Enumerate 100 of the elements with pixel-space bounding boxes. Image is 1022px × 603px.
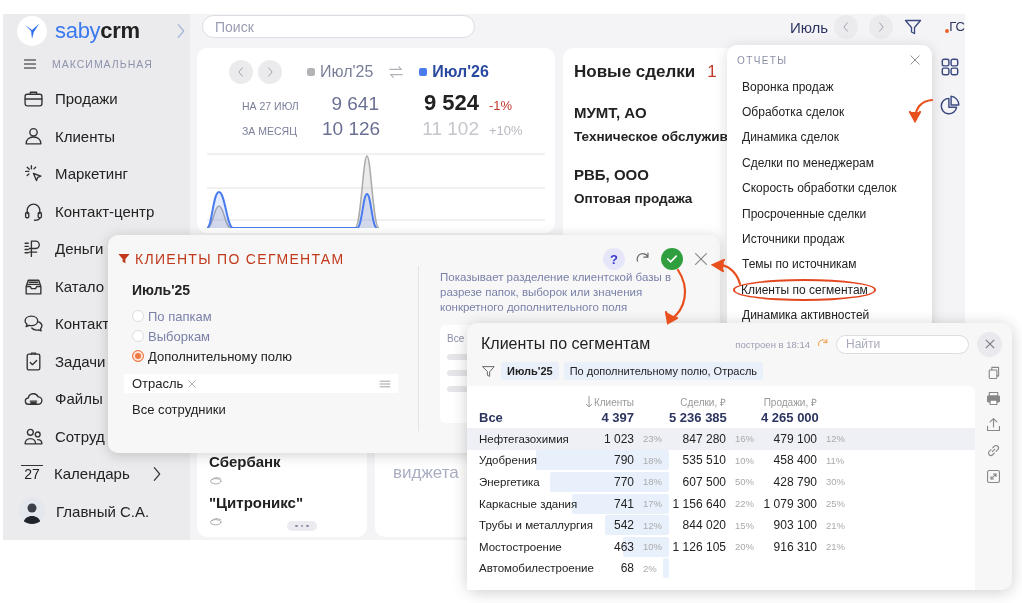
- table-cell: 535 510: [682, 453, 726, 468]
- table-row[interactable]: Удобрения 790 18% 535 510 10% 458 400 11%: [467, 449, 975, 472]
- segment-name: Удобрения: [479, 454, 537, 467]
- filter-icon[interactable]: [903, 17, 924, 37]
- sidebar-item[interactable]: Продажи: [3, 80, 190, 118]
- menu-item[interactable]: Клиенты по сегментам: [733, 279, 876, 301]
- total-value: 5 236 385: [669, 409, 727, 425]
- deal-description: Оптовая продажа: [574, 191, 693, 206]
- table-row[interactable]: Трубы и металлургия 542 12% 844 020 15% 903 100 21%: [467, 514, 975, 536]
- total-value: 4 397: [601, 409, 634, 425]
- radio-option[interactable]: По папкам: [132, 306, 212, 326]
- more-button[interactable]: [287, 521, 317, 531]
- table-cell: 847 280: [682, 431, 726, 446]
- percent-cell-text: 50%: [735, 476, 755, 488]
- table-cell: 844 020: [682, 518, 726, 533]
- table-row[interactable]: Энергетика 770 18% 607 500 50% 428 790 30%: [467, 471, 975, 493]
- table-cell: 770: [613, 475, 634, 489]
- previous-value: 10 126: [322, 118, 379, 140]
- table-cell: 903 100: [773, 518, 817, 533]
- sidebar-item[interactable]: Контакт-центр: [3, 192, 190, 230]
- metric-label: НА 27 ИЮЛ: [242, 100, 300, 112]
- period-value[interactable]: Июль'25: [132, 282, 191, 298]
- person-icon: [23, 125, 44, 147]
- segment-name: Каркасные здания: [479, 497, 578, 510]
- filter-chip[interactable]: По дополнительному полю, Отрасль: [563, 362, 764, 380]
- total-value: 4 265 000: [761, 409, 819, 425]
- help-button[interactable]: ?: [603, 248, 625, 270]
- menu-item[interactable]: Динамика сделок: [737, 126, 844, 149]
- table-row[interactable]: Каркасные здания 741 17% 1 156 640 22% 1 079 300 25%: [467, 492, 975, 515]
- field-selector[interactable]: Отрасль: [124, 374, 398, 393]
- table-cell: 741: [613, 496, 634, 511]
- metric-label: ЗА МЕСЯЦ: [242, 125, 298, 137]
- sidebar-item[interactable]: Клиенты: [3, 117, 190, 155]
- search-field[interactable]: Поиск: [202, 15, 475, 38]
- change-value: -1%: [489, 98, 514, 113]
- menu-item[interactable]: Сделки по менеджерам: [737, 152, 879, 174]
- filter-chip[interactable]: Июль'25: [501, 362, 559, 380]
- company-name[interactable]: "Цитроникс": [209, 494, 303, 511]
- segment-name: Мостостроение: [479, 540, 562, 553]
- current-value: 9 524: [422, 90, 479, 116]
- sidebar-item[interactable]: 27 Календарь: [3, 455, 190, 493]
- total-label: Все: [479, 409, 503, 425]
- close-button[interactable]: [977, 331, 1002, 357]
- radio-option[interactable]: Выборкам: [132, 326, 211, 346]
- sidebar-item[interactable]: Маркетинг: [3, 155, 190, 193]
- employees-filter[interactable]: Все сотрудники: [132, 402, 226, 417]
- table-cell: 428 790: [773, 475, 817, 489]
- current-value: 11 102: [421, 118, 479, 140]
- menu-item[interactable]: Скорость обработки сделок: [737, 177, 902, 199]
- mode-label: МАКСИМАЛЬНАЯ: [52, 58, 153, 70]
- menu-item[interactable]: Воронка продаж: [737, 76, 839, 98]
- period-label: Июль: [789, 19, 829, 36]
- menu-item[interactable]: Просроченные сделки: [737, 202, 872, 225]
- pie-chart-icon[interactable]: [939, 94, 961, 116]
- percent-cell-text: 10%: [735, 454, 755, 466]
- menu-item[interactable]: Темы по источникам: [737, 253, 862, 276]
- close-icon[interactable]: [908, 53, 922, 67]
- percent-cell: 10%: [643, 541, 661, 553]
- user-initials[interactable]: ГС: [945, 19, 965, 34]
- apply-button[interactable]: [661, 248, 683, 270]
- deal-client[interactable]: МУМТ, АО: [574, 104, 647, 121]
- change-value: +10%: [489, 123, 524, 138]
- expand-icon[interactable]: [985, 468, 1002, 485]
- curved-arrow: [710, 258, 742, 286]
- percent-cell: 18%: [643, 454, 661, 466]
- upload-icon[interactable]: [985, 416, 1002, 433]
- percent-cell-text: 12%: [826, 433, 846, 445]
- table-row[interactable]: Автомобилестроение 68 2%: [467, 557, 975, 580]
- close-icon[interactable]: [692, 250, 710, 268]
- legend-item[interactable]: Июл'26: [419, 63, 489, 81]
- percent-cell-text: 11%: [826, 454, 846, 466]
- table-cell: 1 023: [603, 431, 634, 446]
- deal-client[interactable]: РВБ, ООО: [574, 166, 649, 183]
- print-icon[interactable]: [985, 390, 1002, 407]
- percent-cell-text: 2%: [643, 562, 658, 574]
- search-field[interactable]: Найти: [836, 334, 969, 354]
- menu-item[interactable]: Обработка сделок: [737, 101, 850, 123]
- filter-icon[interactable]: [481, 363, 496, 379]
- table-cell: 1 079 300: [763, 496, 817, 511]
- menu-item[interactable]: Динамика активностей: [737, 304, 875, 326]
- swap-icon[interactable]: [387, 63, 406, 81]
- legend-item[interactable]: Июл'25: [307, 63, 374, 81]
- table-row[interactable]: Мостостроение 463 10% 1 126 105 20% 916 310 21%: [467, 535, 975, 558]
- curved-arrow: [664, 268, 687, 325]
- segment-name: Энергетика: [479, 476, 540, 488]
- table-row[interactable]: Нефтегазохимия 1 023 23% 847 280 16% 479 100 12%: [467, 428, 975, 450]
- menu-icon[interactable]: [22, 56, 38, 72]
- company-name[interactable]: Сбербанк: [209, 453, 281, 470]
- segment-name: Автомобилестроение: [479, 562, 594, 575]
- preview-label: Все: [447, 333, 465, 344]
- check-icon: [665, 252, 679, 266]
- sidebar-item[interactable]: Главный С.А.: [3, 492, 190, 530]
- sidebar-item[interactable]: Сотруд: [3, 417, 190, 455]
- menu-item[interactable]: Источники продаж: [737, 228, 850, 250]
- radio-option[interactable]: Дополнительному полю: [132, 346, 293, 366]
- percent-cell: 17%: [643, 498, 661, 510]
- link-icon[interactable]: [985, 442, 1002, 459]
- percent-cell: 18%: [643, 476, 661, 488]
- grid-icon[interactable]: [939, 56, 961, 78]
- menu-title: ОТЧЕТЫ: [737, 54, 788, 66]
